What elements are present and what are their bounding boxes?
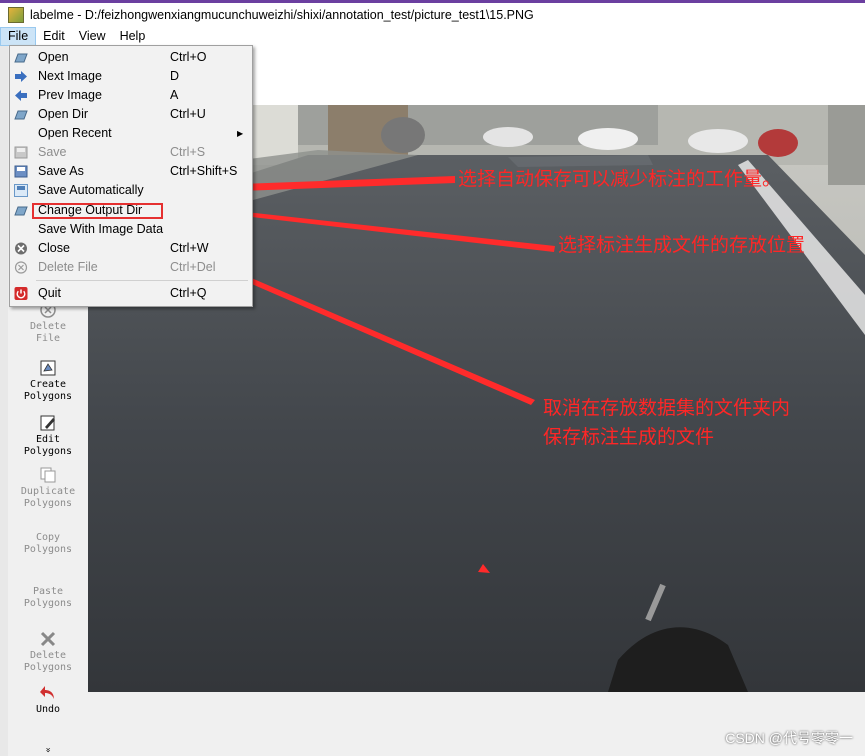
menu-item-delete-file[interactable]: Delete File Ctrl+Del xyxy=(10,258,252,277)
menu-item-label: Save As xyxy=(38,164,84,178)
menu-item-shortcut: Ctrl+S xyxy=(170,145,206,159)
menu-item-save-as[interactable]: Save As Ctrl+Shift+S xyxy=(10,162,252,181)
close-icon xyxy=(15,242,27,255)
annotation-save-with-image-data-line1: 取消在存放数据集的文件夹内 xyxy=(543,397,791,419)
menu-item-label: Save Automatically xyxy=(38,183,144,197)
menu-item-save-automatically[interactable]: Save Automatically xyxy=(10,181,252,200)
menu-item-shortcut: Ctrl+Del xyxy=(170,260,216,274)
open-dir-icon xyxy=(14,110,28,120)
annotation-output-dir: 选择标注生成文件的存放位置 xyxy=(558,234,806,256)
next-arrow-icon xyxy=(15,71,27,82)
menu-item-shortcut: Ctrl+Q xyxy=(170,286,207,300)
menu-item-label: Delete File xyxy=(38,260,98,274)
menu-item-next-image[interactable]: Next Image D xyxy=(10,67,252,86)
menu-item-open-dir[interactable]: Open Dir Ctrl+U xyxy=(10,105,252,124)
csdn-watermark: CSDN @代号零零一 xyxy=(725,730,853,746)
menu-item-open-recent[interactable]: Open Recent ▶ xyxy=(10,124,252,143)
quit-icon xyxy=(14,287,28,300)
annotation-save-with-image-data-line2: 保存标注生成的文件 xyxy=(543,426,715,448)
menu-item-label: Next Image xyxy=(38,69,102,83)
menu-item-label: Save With Image Data xyxy=(38,222,164,236)
menu-item-shortcut: Ctrl+W xyxy=(170,241,209,255)
menu-item-prev-image[interactable]: Prev Image A xyxy=(10,86,252,105)
file-menu-dropdown: Open Ctrl+O Next Image D Prev Image A Op… xyxy=(9,45,253,307)
save-as-icon xyxy=(14,165,28,178)
menu-item-save[interactable]: Save Ctrl+S xyxy=(10,143,252,162)
menu-item-quit[interactable]: Quit Ctrl+Q xyxy=(10,284,252,303)
menu-item-close[interactable]: Close Ctrl+W xyxy=(10,239,252,258)
menu-item-label: Close xyxy=(38,241,70,255)
menu-item-label: Prev Image xyxy=(38,88,102,102)
open-icon xyxy=(14,53,28,63)
menu-item-label: Quit xyxy=(38,286,61,300)
highlight-box-change-output-dir xyxy=(32,203,163,219)
menu-item-shortcut: Ctrl+U xyxy=(170,107,206,121)
annotation-save-automatically: 选择自动保存可以减少标注的工作量。 xyxy=(458,168,782,190)
menu-item-save-with-image-data[interactable]: Save With Image Data xyxy=(10,220,252,239)
menu-item-open[interactable]: Open Ctrl+O xyxy=(10,48,252,67)
menu-item-shortcut: Ctrl+O xyxy=(170,50,207,64)
menu-separator xyxy=(36,280,248,281)
submenu-arrow-icon: ▶ xyxy=(237,129,244,138)
menu-item-label: Save xyxy=(38,145,67,159)
prev-arrow-icon xyxy=(15,90,27,101)
save-icon xyxy=(14,146,28,159)
menu-item-label: Open Recent xyxy=(38,126,112,140)
output-dir-icon xyxy=(14,206,28,216)
delete-file-icon xyxy=(14,261,28,274)
menu-item-label: Open Dir xyxy=(38,107,89,121)
menu-item-shortcut: A xyxy=(170,88,179,102)
menu-item-label: Open xyxy=(38,50,69,64)
menu-item-shortcut: Ctrl+Shift+S xyxy=(170,164,238,178)
save-auto-icon xyxy=(14,184,28,197)
menu-item-shortcut: D xyxy=(170,69,180,83)
